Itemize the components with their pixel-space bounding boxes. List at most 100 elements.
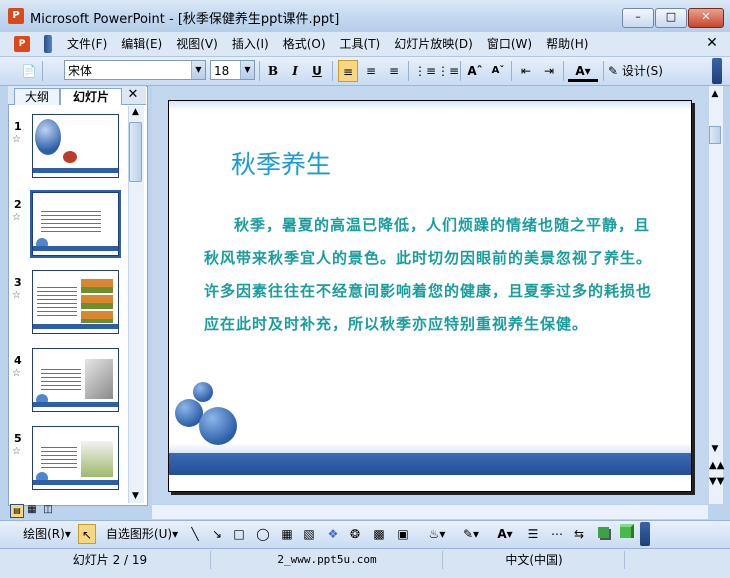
vertical-textbox-icon[interactable]: ▧: [300, 524, 318, 544]
toolbar-options-grip[interactable]: [712, 58, 722, 84]
insert-picture-icon[interactable]: ▣: [394, 524, 412, 544]
slide-thumbnail-2[interactable]: [30, 190, 121, 258]
close-document-button[interactable]: ✕: [704, 33, 720, 53]
dash-style-icon[interactable]: ⋯: [548, 524, 566, 544]
select-pointer-icon[interactable]: ↖: [78, 524, 96, 544]
menu-tools[interactable]: 工具(T): [333, 32, 388, 56]
decrease-font-icon[interactable]: Aˇ: [488, 60, 508, 82]
chevron-down-icon[interactable]: ▼: [240, 61, 254, 79]
oval-tool-icon[interactable]: ◯: [254, 524, 272, 544]
normal-view-icon[interactable]: ▤: [10, 504, 24, 518]
autoshapes-button[interactable]: 自选图形(U)▾: [104, 524, 180, 544]
increase-font-icon[interactable]: Aˆ: [465, 60, 485, 82]
bold-button[interactable]: B: [264, 60, 282, 82]
maximize-button[interactable]: □: [655, 8, 687, 28]
menu-window[interactable]: 窗口(W): [480, 32, 539, 56]
close-window-button[interactable]: ✕: [688, 8, 724, 28]
rectangle-tool-icon[interactable]: □: [230, 524, 248, 544]
3d-style-icon[interactable]: [618, 524, 636, 544]
powerpoint-app-icon[interactable]: P: [8, 8, 24, 24]
font-name-select[interactable]: 宋体 ▼: [64, 60, 206, 80]
align-right-button[interactable]: ≡: [384, 60, 404, 82]
slide-body-text[interactable]: 秋季，暑夏的高温已降低，人们烦躁的情绪也随之平静，且秋风带来秋季宜人的景色。此时…: [204, 209, 654, 341]
design-button[interactable]: ✎ 设计(S): [608, 60, 670, 82]
numbered-list-icon[interactable]: ⋮≡: [414, 60, 436, 82]
thumb-band: [33, 168, 118, 173]
slideshow-icon[interactable]: ◫: [42, 504, 54, 516]
slide-top-stripe: [169, 101, 691, 110]
italic-button[interactable]: I: [286, 60, 304, 82]
next-slide-icon[interactable]: ▼▼: [709, 476, 724, 488]
slide-sorter-icon[interactable]: ▦: [26, 504, 38, 516]
chevron-down-icon[interactable]: ▼: [191, 61, 205, 79]
bullet-list-icon[interactable]: ⋮≡: [437, 60, 459, 82]
menu-help[interactable]: 帮助(H): [539, 32, 595, 56]
slides-panel-scroll-thumb[interactable]: [129, 122, 142, 182]
draw-menu-button[interactable]: 绘图(R)▾: [16, 524, 78, 544]
slide-horizontal-scrollbar[interactable]: [152, 505, 708, 519]
previous-slide-icon[interactable]: ▲▲: [709, 460, 724, 472]
line-style-icon[interactable]: ☰: [524, 524, 542, 544]
slide-footer-gradient: [169, 443, 691, 453]
minimize-button[interactable]: –: [622, 8, 654, 28]
current-slide[interactable]: 秋季养生 秋季，暑夏的高温已降低，人们烦躁的情绪也随之平静，且秋风带来秋季宜人的…: [168, 100, 692, 492]
thumb-band: [33, 480, 118, 485]
arrow-tool-icon[interactable]: ↘: [208, 524, 226, 544]
slide-title[interactable]: 秋季养生: [231, 145, 331, 181]
slide-thumbnail-1[interactable]: [32, 114, 119, 178]
increase-indent-icon[interactable]: ⇥: [539, 60, 559, 82]
tab-slides[interactable]: 幻灯片: [60, 88, 122, 105]
thumb-number: 2: [14, 198, 22, 211]
menu-view[interactable]: 视图(V): [169, 32, 225, 56]
menu-insert[interactable]: 插入(I): [225, 32, 276, 56]
menu-items: 文件(F) 编辑(E) 视图(V) 插入(I) 格式(O) 工具(T) 幻灯片放…: [60, 32, 595, 56]
scroll-up-arrow-icon[interactable]: ▲: [129, 106, 142, 118]
toolbar-separator: [603, 61, 604, 81]
thumb-graphic: [81, 441, 113, 477]
slide-scroll-thumb[interactable]: [709, 126, 721, 144]
slide-thumbnail-5[interactable]: [32, 426, 119, 490]
wordart-icon[interactable]: ❖: [324, 524, 342, 544]
document-icon[interactable]: P: [14, 36, 30, 52]
font-name-value: 宋体: [68, 64, 93, 78]
font-size-select[interactable]: 18 ▼: [210, 60, 255, 80]
font-size-value: 18: [214, 64, 230, 78]
scroll-down-arrow-icon[interactable]: ▼: [709, 443, 721, 455]
slide-vertical-scrollbar[interactable]: [708, 86, 723, 504]
window-title: Microsoft PowerPoint - [秋季保健养生ppt课件.ppt]: [30, 12, 340, 27]
textbox-tool-icon[interactable]: ▦: [278, 524, 296, 544]
new-document-icon[interactable]: 📄: [20, 60, 38, 82]
scroll-down-arrow-icon[interactable]: ▼: [129, 490, 142, 502]
arrow-style-icon[interactable]: ⇆: [570, 524, 588, 544]
font-color-icon[interactable]: A▾: [568, 60, 598, 82]
menu-slideshow[interactable]: 幻灯片放映(D): [387, 32, 480, 56]
line-color-icon[interactable]: ✎▾: [456, 524, 486, 544]
slide-thumbnail-3[interactable]: [32, 270, 119, 334]
menu-edit[interactable]: 编辑(E): [114, 32, 169, 56]
diagram-icon[interactable]: ❂: [346, 524, 364, 544]
thumb-band: [33, 324, 118, 329]
decrease-indent-icon[interactable]: ⇤: [516, 60, 536, 82]
drawbar-options-grip[interactable]: [640, 522, 650, 546]
font-color-draw-icon[interactable]: A▾: [490, 524, 520, 544]
tab-outline[interactable]: 大纲: [14, 88, 60, 105]
menu-grip-handle[interactable]: [44, 35, 52, 53]
shadow-style-icon[interactable]: [594, 524, 612, 544]
thumb-number: 5: [14, 432, 22, 445]
thumb-number: 3: [14, 276, 22, 289]
fill-color-icon[interactable]: ♨▾: [422, 524, 452, 544]
menu-format[interactable]: 格式(O): [276, 32, 333, 56]
star-icon: ☆: [12, 212, 21, 223]
thumb-graphic: [63, 151, 77, 163]
slide-thumbnail-4[interactable]: [32, 348, 119, 412]
align-center-button[interactable]: ≡: [361, 60, 381, 82]
star-icon: ☆: [12, 446, 21, 457]
close-panel-icon[interactable]: ✕: [126, 87, 140, 103]
decorative-circle: [199, 407, 237, 445]
clipart-icon[interactable]: ▩: [370, 524, 388, 544]
align-left-button[interactable]: ≡: [338, 60, 358, 82]
menu-file[interactable]: 文件(F): [60, 32, 114, 56]
underline-button[interactable]: U: [308, 60, 326, 82]
line-tool-icon[interactable]: ╲: [186, 524, 204, 544]
scroll-up-arrow-icon[interactable]: ▲: [709, 88, 721, 100]
